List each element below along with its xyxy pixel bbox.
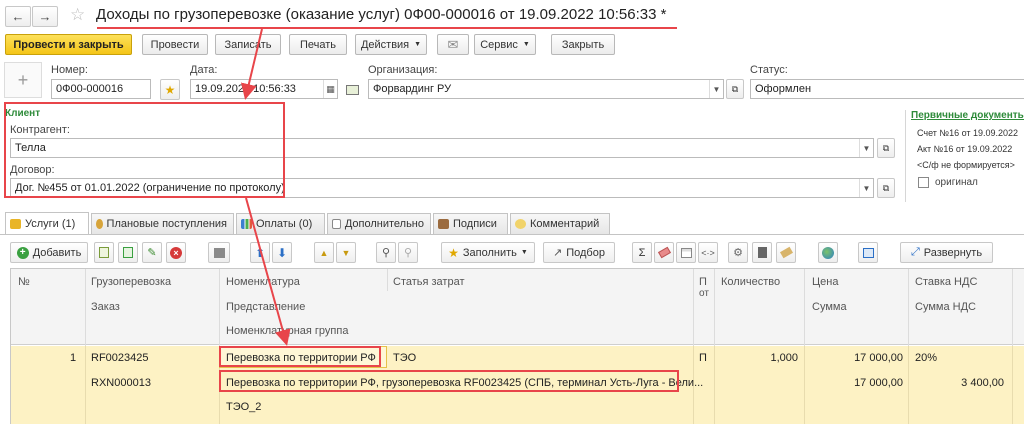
arrow-to-nomenclature <box>245 197 291 346</box>
annotation-arrows <box>241 28 291 346</box>
arrow-to-client <box>241 28 263 100</box>
